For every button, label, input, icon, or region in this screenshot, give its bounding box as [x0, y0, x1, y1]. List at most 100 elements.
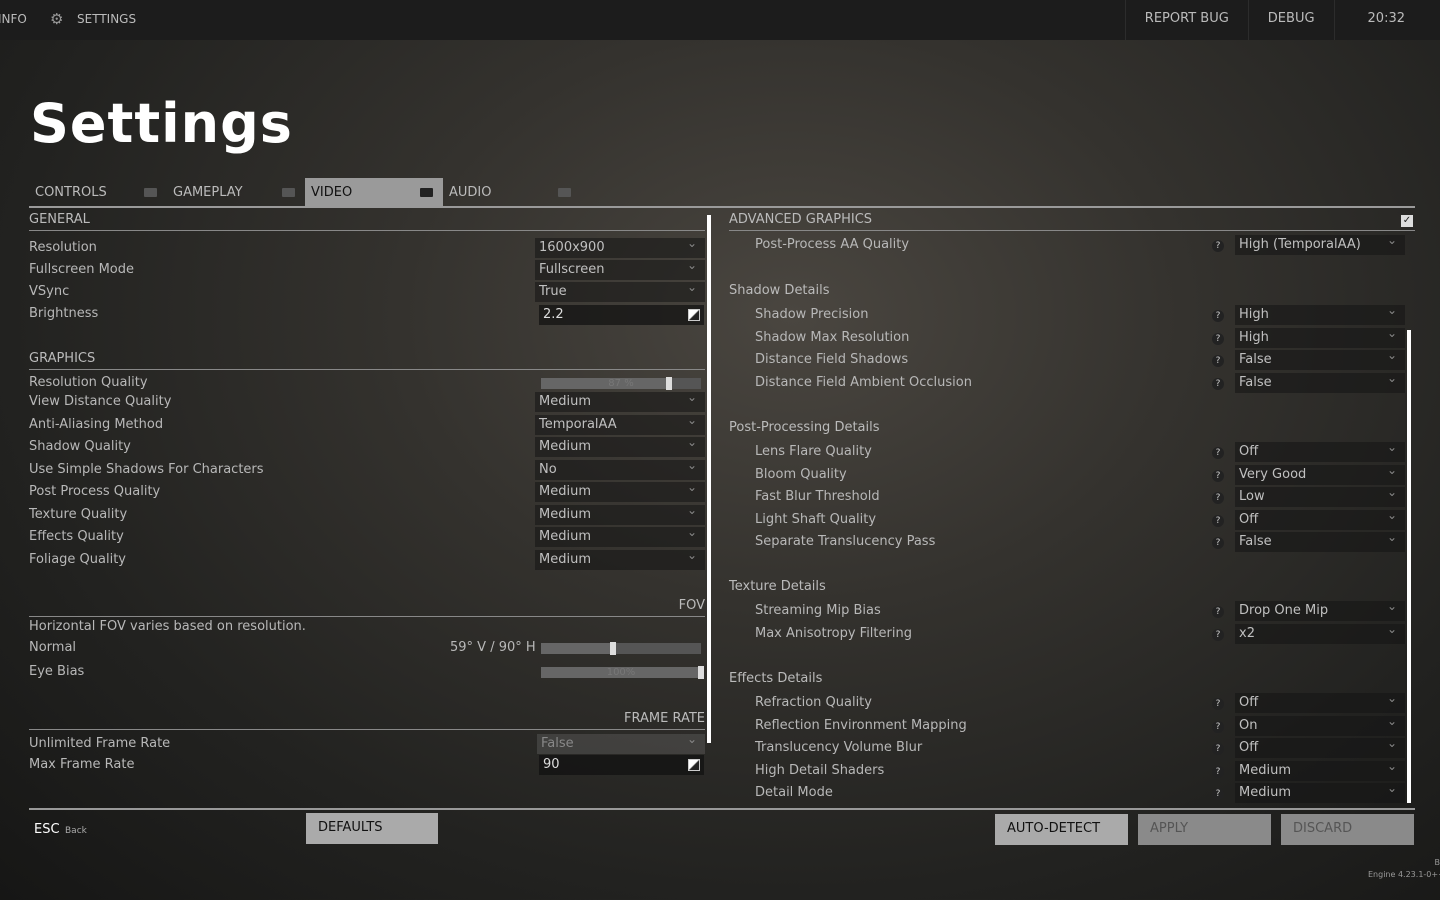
help-icon[interactable]: ?: [1212, 698, 1224, 710]
auto-detect-button[interactable]: AUTO-DETECT: [995, 814, 1128, 845]
tab-label: VIDEO: [311, 185, 353, 200]
dropdown[interactable]: No: [535, 458, 705, 480]
clock: 20:32: [1333, 0, 1440, 40]
fov-slider[interactable]: [541, 642, 701, 655]
setting-label: Use Simple Shadows For Characters: [29, 462, 264, 477]
setting-label: Effects Quality: [29, 529, 124, 544]
left-scrollbar[interactable]: [707, 215, 711, 743]
dropdown[interactable]: False: [1235, 371, 1405, 393]
tab-audio[interactable]: AUDIO: [443, 178, 581, 206]
dropdown[interactable]: Low: [1235, 485, 1405, 507]
setting-label: View Distance Quality: [29, 394, 172, 409]
max-frame-rate-input[interactable]: 90: [539, 755, 704, 775]
help-icon[interactable]: ?: [1212, 377, 1224, 390]
help-icon[interactable]: ?: [1212, 788, 1224, 800]
brightness-input[interactable]: 2.2: [539, 305, 704, 325]
help-icon[interactable]: ?: [1212, 469, 1224, 482]
tab-controls[interactable]: CONTROLS: [29, 178, 167, 206]
help-icon[interactable]: ?: [1212, 628, 1224, 641]
help-icon[interactable]: ?: [1212, 743, 1224, 755]
slider-value: 100%: [606, 667, 636, 678]
section-header-frame-rate: FRAME RATE: [29, 711, 705, 730]
help-icon[interactable]: ?: [1212, 355, 1224, 367]
eye-bias-slider[interactable]: 100%: [541, 666, 704, 679]
tab-gameplay[interactable]: GAMEPLAY: [167, 178, 305, 206]
dropdown[interactable]: True: [535, 280, 705, 302]
dropdown[interactable]: False: [1235, 530, 1405, 552]
slider-thumb[interactable]: [698, 666, 704, 679]
setting-label: Fast Blur Threshold: [755, 489, 880, 504]
help-icon[interactable]: ?: [1212, 537, 1224, 549]
dropdown[interactable]: Medium: [1235, 759, 1405, 781]
tab-icon: [558, 188, 571, 197]
slider-value: 87 %: [608, 378, 634, 389]
setting-label: Refraction Quality: [755, 695, 872, 710]
debug-button[interactable]: DEBUG: [1247, 0, 1334, 40]
unlimited-frame-rate-dropdown[interactable]: False: [537, 732, 705, 754]
help-icon[interactable]: ?: [1212, 332, 1224, 345]
dropdown[interactable]: Off: [1235, 736, 1405, 758]
dropdown[interactable]: Off: [1235, 440, 1405, 462]
dropdown[interactable]: On: [1235, 714, 1405, 736]
apply-button[interactable]: APPLY: [1138, 814, 1271, 845]
dropdown[interactable]: Medium: [535, 390, 705, 412]
tab-icon: [282, 188, 295, 197]
dropdown[interactable]: Medium: [535, 480, 705, 502]
dropdown[interactable]: TemporalAA: [535, 413, 705, 435]
back-label: Back: [65, 826, 87, 836]
resolution-quality-slider[interactable]: 87 %: [541, 377, 701, 390]
dropdown[interactable]: 1600x900: [535, 236, 705, 258]
dropdown[interactable]: Off: [1235, 691, 1405, 713]
esc-key[interactable]: ESC: [34, 822, 60, 837]
gear-icon: ⚙: [50, 10, 64, 28]
fov-note: Horizontal FOV varies based on resolutio…: [29, 619, 306, 634]
dropdown[interactable]: High: [1235, 303, 1405, 325]
dropdown[interactable]: x2: [1235, 622, 1405, 644]
discard-button[interactable]: DISCARD: [1281, 814, 1414, 845]
top-bar: INFO ⚙ SETTINGS REPORT BUG DEBUG 20:32: [0, 0, 1440, 40]
setting-label: Foliage Quality: [29, 552, 126, 567]
dropdown[interactable]: Drop One Mip: [1235, 599, 1405, 621]
dropdown[interactable]: Medium: [1235, 781, 1405, 803]
input-value: 2.2: [543, 307, 564, 322]
setting-label: Translucency Volume Blur: [755, 740, 923, 755]
setting-label: Shadow Quality: [29, 439, 131, 454]
slider-thumb[interactable]: [666, 377, 672, 390]
slider-thumb[interactable]: [610, 642, 616, 655]
section-header-general: GENERAL: [29, 212, 705, 231]
dropdown[interactable]: Medium: [535, 525, 705, 547]
setting-label: Eye Bias: [29, 664, 85, 679]
setting-label: Shadow Precision: [755, 307, 869, 322]
dropdown[interactable]: Medium: [535, 548, 705, 570]
dropdown[interactable]: Very Good: [1235, 463, 1405, 485]
help-icon[interactable]: ?: [1212, 606, 1224, 618]
tab-label: CONTROLS: [35, 185, 107, 200]
help-icon[interactable]: ?: [1212, 310, 1224, 322]
help-icon[interactable]: ?: [1212, 514, 1224, 527]
info-menu[interactable]: INFO: [0, 12, 27, 26]
dropdown[interactable]: High: [1235, 326, 1405, 348]
page-title: Settings: [30, 92, 293, 155]
setting-label: Streaming Mip Bias: [755, 603, 881, 618]
tab-video[interactable]: VIDEO: [305, 178, 443, 206]
dropdown[interactable]: Medium: [535, 435, 705, 457]
dropdown[interactable]: High (TemporalAA): [1235, 233, 1405, 255]
section-header-graphics: GRAPHICS: [29, 351, 705, 370]
settings-menu[interactable]: SETTINGS: [77, 12, 136, 26]
help-icon[interactable]: ?: [1212, 720, 1224, 733]
report-bug-button[interactable]: REPORT BUG: [1124, 0, 1248, 40]
right-scrollbar[interactable]: [1407, 330, 1411, 803]
group-title: Shadow Details: [729, 283, 830, 298]
defaults-button[interactable]: DEFAULTS: [306, 813, 438, 844]
dropdown[interactable]: Fullscreen: [535, 258, 705, 280]
setting-label: Light Shaft Quality: [755, 511, 877, 527]
dropdown[interactable]: Off: [1235, 508, 1405, 530]
help-icon[interactable]: ?: [1212, 765, 1224, 778]
resize-handle-icon: [688, 759, 700, 771]
help-icon[interactable]: ?: [1212, 447, 1224, 459]
help-icon[interactable]: ?: [1212, 240, 1224, 252]
dropdown[interactable]: False: [1235, 348, 1405, 370]
advanced-graphics-checkbox[interactable]: ✓: [1401, 215, 1413, 227]
help-icon[interactable]: ?: [1212, 492, 1224, 504]
dropdown[interactable]: Medium: [535, 503, 705, 525]
